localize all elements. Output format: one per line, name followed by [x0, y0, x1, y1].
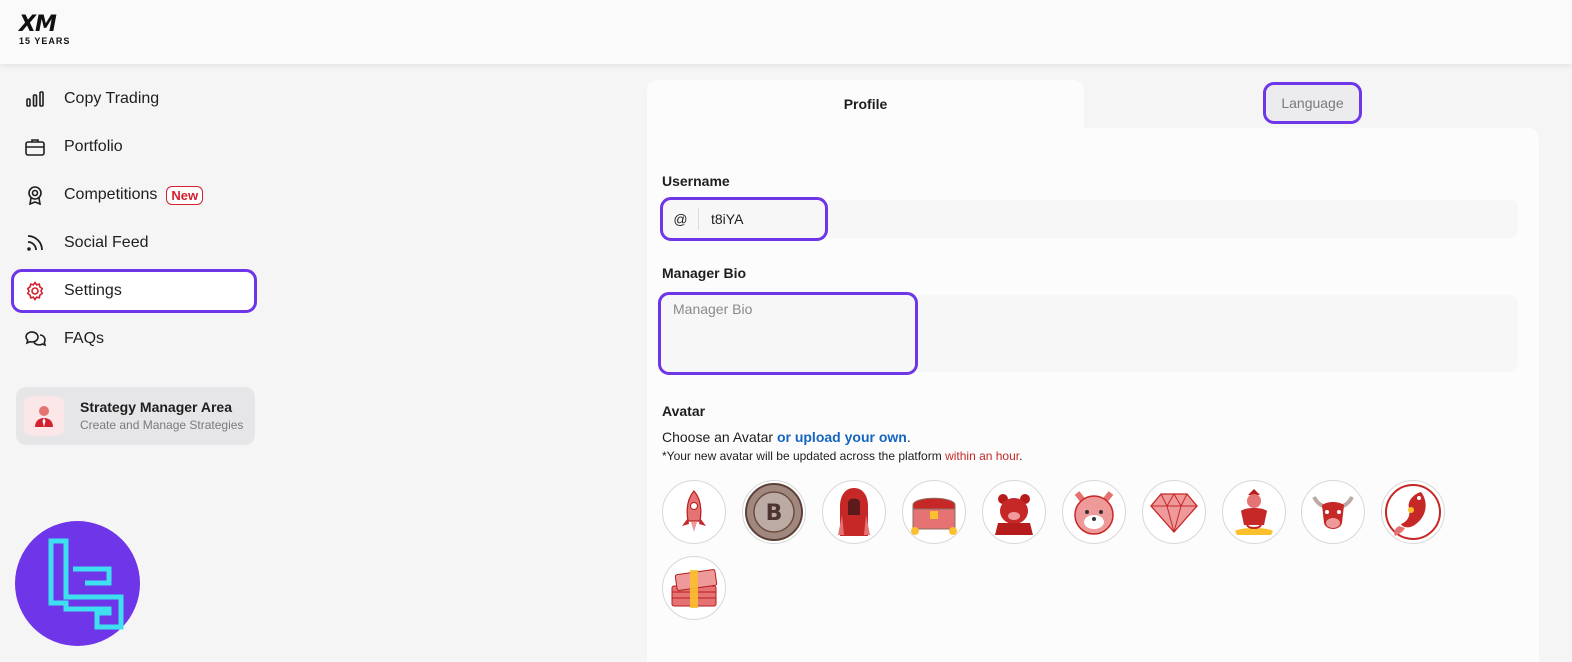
avatar-update-note: *Your new avatar will be updated across … [662, 449, 1022, 463]
at-prefix: @ [663, 208, 699, 230]
avatar-option-treasure-chest[interactable] [902, 480, 966, 544]
upload-own-avatar-link[interactable]: or upload your own [777, 429, 907, 445]
manager-bio-input[interactable] [661, 295, 915, 372]
avatar-option-money[interactable] [662, 556, 726, 620]
manager-bio-label: Manager Bio [662, 265, 747, 281]
sidebar-item-copy-trading[interactable]: Copy Trading [14, 80, 254, 118]
avatar-option-bitcoin[interactable]: B [742, 480, 806, 544]
tab-language[interactable]: Language [1263, 82, 1362, 124]
tab-profile[interactable]: Profile [647, 80, 1084, 128]
avatar-option-diamond[interactable] [1142, 480, 1206, 544]
username-field-background [828, 200, 1518, 238]
sidebar-item-label: Competitions [64, 186, 158, 203]
sidebar-item-label: Social Feed [64, 234, 149, 251]
avatar-option-bear[interactable] [982, 480, 1046, 544]
sidebar-item-label: Portfolio [64, 138, 123, 155]
avatar-option-koi[interactable] [1381, 480, 1445, 544]
briefcase-icon [24, 136, 46, 158]
rocket-icon [682, 490, 706, 532]
top-bar: XM 15 YEARS [0, 0, 1572, 64]
bitcoin-coin-icon: B [745, 483, 803, 541]
strategy-manager-subtitle: Create and Manage Strategies [80, 418, 244, 432]
avatar-option-shiba[interactable] [1062, 480, 1126, 544]
avatar-option-bull[interactable] [1301, 480, 1365, 544]
watermark-logo [15, 521, 140, 646]
bar-chart-icon [24, 88, 46, 110]
diamond-icon [1150, 493, 1198, 533]
avatar-option-hooded-figure[interactable] [822, 480, 886, 544]
avatar-instructions: Choose an Avatar or upload your own. [662, 429, 911, 445]
strategy-manager-area-card[interactable]: Strategy Manager Area Create and Manage … [16, 387, 255, 445]
manager-avatar-icon [24, 396, 64, 436]
new-badge: New [166, 185, 204, 205]
username-label: Username [662, 173, 730, 189]
avatar-label: Avatar [662, 403, 706, 419]
sidebar-item-label: FAQs [64, 330, 105, 347]
sidebar-item-portfolio[interactable]: Portfolio [14, 128, 254, 166]
hooded-figure-icon [838, 488, 870, 536]
avatar-option-genie[interactable] [1222, 480, 1286, 544]
sidebar-item-label: Settings [64, 282, 122, 299]
koi-fish-icon [1385, 484, 1441, 540]
sidebar-item-label: Copy Trading [64, 90, 160, 107]
sidebar-item-competitions[interactable]: Competitions New [14, 176, 254, 214]
svg-text:B: B [766, 501, 783, 526]
avatar-option-rocket[interactable] [662, 480, 726, 544]
avatar-note-highlight: within an hour [945, 449, 1020, 463]
genie-icon [1235, 489, 1273, 535]
manager-bio-field[interactable] [658, 292, 918, 375]
bear-icon [995, 494, 1033, 535]
bio-field-background [918, 295, 1518, 372]
money-stack-icon [671, 569, 718, 608]
username-input[interactable] [699, 211, 809, 227]
sidebar-item-settings[interactable]: Settings [11, 269, 257, 313]
rss-icon [24, 232, 46, 254]
bull-icon [1312, 496, 1354, 529]
logo-tagline: 15 YEARS [19, 36, 71, 46]
gear-icon [24, 280, 46, 302]
avatar-note-end: . [1019, 449, 1023, 463]
treasure-chest-icon [911, 497, 957, 535]
avatar-choose-text: Choose an Avatar [662, 429, 777, 445]
avatar-choose-end: . [906, 429, 911, 445]
sidebar-item-social-feed[interactable]: Social Feed [14, 224, 254, 262]
avatar-note-text: *Your new avatar will be updated across … [662, 449, 946, 463]
chat-bubbles-icon [24, 328, 46, 350]
strategy-manager-title: Strategy Manager Area [80, 399, 232, 415]
xm-logo[interactable]: XM 15 YEARS [19, 14, 71, 50]
settings-tabs: Profile Language [647, 80, 1539, 128]
shiba-dog-icon [1074, 491, 1114, 535]
award-icon [24, 184, 46, 206]
username-field[interactable]: @ [660, 197, 828, 241]
sidebar-item-faqs[interactable]: FAQs [14, 320, 254, 358]
logo-brand: XM [19, 12, 57, 37]
